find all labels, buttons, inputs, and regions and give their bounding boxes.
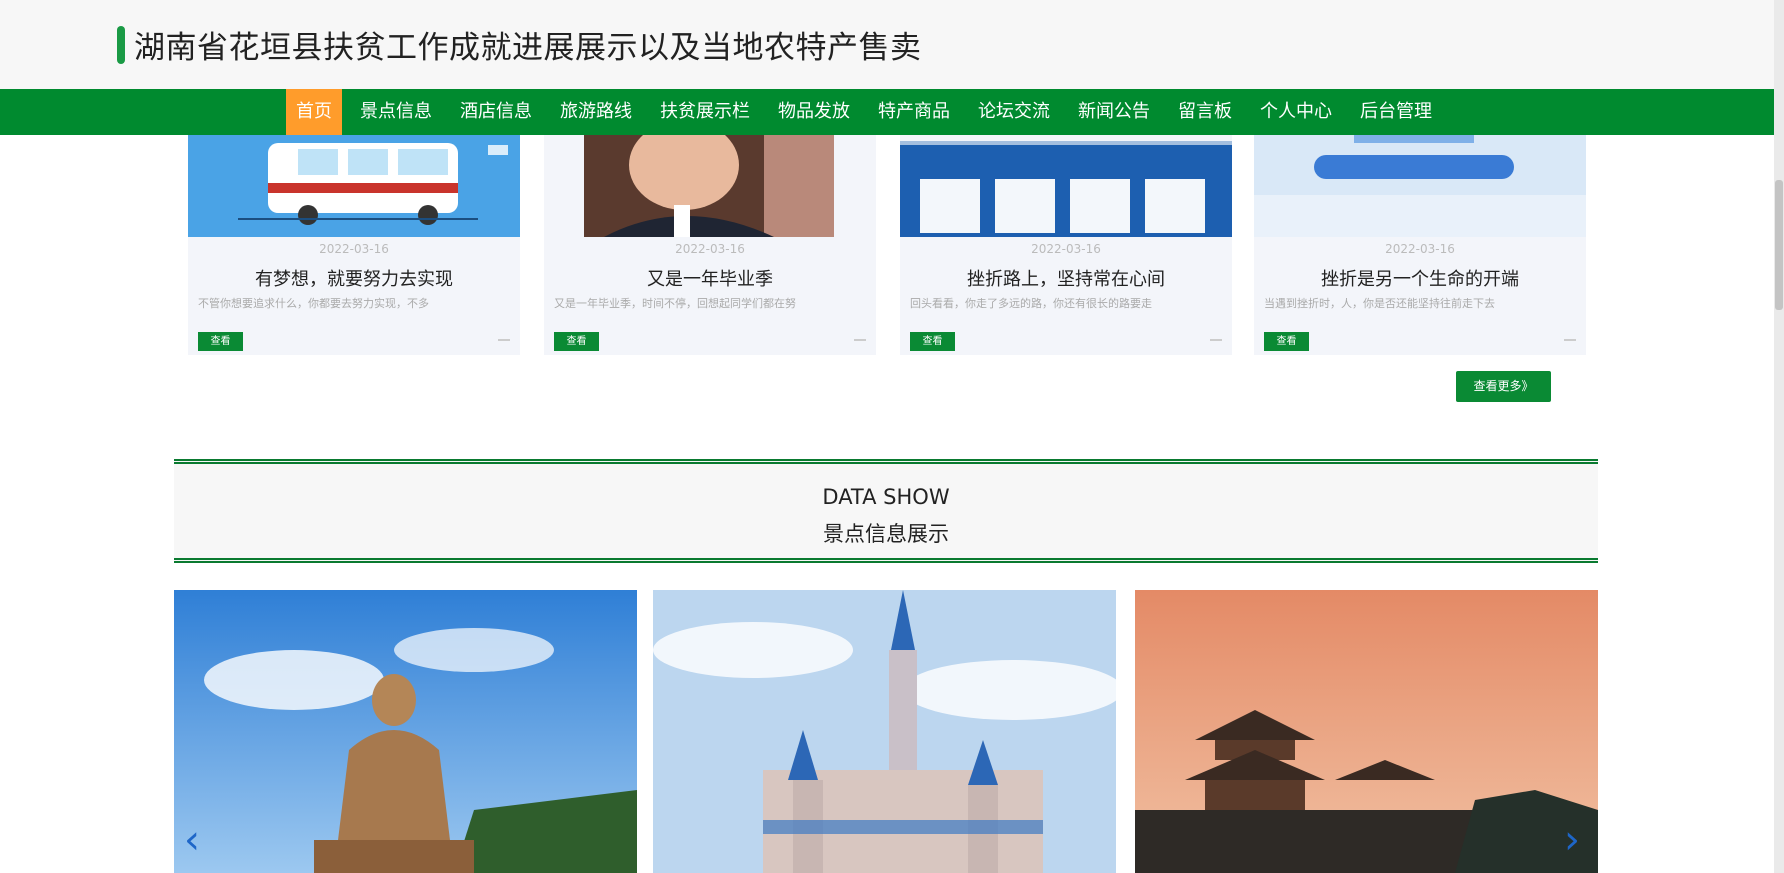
nav-item[interactable]: 扶贫展示栏 [650, 89, 760, 135]
news-thumb-banner[interactable] [1254, 135, 1586, 237]
nav-item[interactable]: 特产商品 [868, 89, 960, 135]
news-thumb-portrait[interactable] [544, 135, 876, 237]
news-title[interactable]: 挫折是另一个生命的开端 [1254, 265, 1586, 291]
nav-item[interactable]: 新闻公告 [1068, 89, 1160, 135]
news-thumb-bulletin[interactable] [900, 135, 1232, 237]
news-dash [854, 339, 866, 341]
news-view-button[interactable]: 查看 [198, 332, 243, 351]
nav-item[interactable]: 旅游路线 [550, 89, 642, 135]
news-excerpt: 回头看看，你走了多远的路，你还有很长的路要走 [910, 297, 1152, 310]
news-card[interactable]: 2022-03-16 有梦想，就要努力去实现 不管你想要追求什么，你都要去努力实… [188, 135, 520, 355]
nav-item[interactable]: 物品发放 [768, 89, 860, 135]
news-excerpt: 不管你想要追求什么，你都要去努力实现，不多 [198, 297, 429, 310]
news-title[interactable]: 又是一年毕业季 [544, 265, 876, 291]
gallery-prev-arrow[interactable]: ‹ [184, 820, 200, 860]
nav-item[interactable]: 景点信息 [350, 89, 442, 135]
page-scrollbar[interactable] [1774, 0, 1784, 873]
news-card[interactable]: 2022-03-16 挫折路上，坚持常在心间 回头看看，你走了多远的路，你还有很… [900, 135, 1232, 355]
news-date: 2022-03-16 [675, 242, 745, 256]
news-excerpt: 当遇到挫折时，人，你是否还能坚持往前走下去 [1264, 297, 1495, 310]
main-nav: 首页 景点信息 酒店信息 旅游路线 扶贫展示栏 物品发放 特产商品 论坛交流 新闻公告 留言板 个人… [0, 89, 1774, 135]
gallery-item-buddha[interactable] [174, 590, 637, 873]
nav-item[interactable]: 个人中心 [1250, 89, 1342, 135]
news-excerpt: 又是一年毕业季，时间不停，回想起同学们都在努 [554, 297, 796, 310]
gallery-next-arrow[interactable]: › [1564, 820, 1580, 860]
news-dash [1210, 339, 1222, 341]
news-card[interactable]: 2022-03-16 又是一年毕业季 又是一年毕业季，时间不停，回想起同学们都在… [544, 135, 876, 355]
page: 湖南省花垣县扶贫工作成就进展展示以及当地农特产售卖 首页 景点信息 酒店信息 旅游路线… [0, 0, 1784, 873]
section-title-cn: 景点信息展示 [823, 522, 949, 546]
section-title-en: DATA SHOW [822, 485, 950, 509]
scenic-gallery [174, 590, 1598, 873]
gallery-item-pavilion[interactable] [1135, 590, 1598, 873]
news-title[interactable]: 挫折路上，坚持常在心间 [900, 265, 1232, 291]
site-header: 湖南省花垣县扶贫工作成就进展展示以及当地农特产售卖 [0, 0, 1784, 89]
nav-item[interactable]: 留言板 [1168, 89, 1242, 135]
news-view-button[interactable]: 查看 [554, 332, 599, 351]
news-date: 2022-03-16 [1031, 242, 1101, 256]
nav-item[interactable]: 酒店信息 [450, 89, 542, 135]
scrollbar-thumb[interactable] [1775, 180, 1783, 310]
news-title[interactable]: 有梦想，就要努力去实现 [188, 265, 520, 291]
site-title: 湖南省花垣县扶贫工作成就进展展示以及当地农特产售卖 [134, 30, 922, 66]
news-date: 2022-03-16 [1385, 242, 1455, 256]
news-view-button[interactable]: 查看 [910, 332, 955, 351]
news-dash [1564, 339, 1576, 341]
nav-list: 首页 景点信息 酒店信息 旅游路线 扶贫展示栏 物品发放 特产商品 论坛交流 新闻公告 留言板 个人… [286, 89, 1450, 135]
site-title-wrap: 湖南省花垣县扶贫工作成就进展展示以及当地农特产售卖 [117, 22, 922, 67]
nav-item[interactable]: 论坛交流 [968, 89, 1060, 135]
news-dash [498, 339, 510, 341]
title-accent-bar [117, 25, 125, 64]
nav-item[interactable]: 首页 [286, 89, 342, 135]
gallery-item-castle[interactable] [653, 590, 1116, 873]
news-row: 2022-03-16 有梦想，就要努力去实现 不管你想要追求什么，你都要去努力实… [188, 135, 1598, 355]
news-thumb-ambulance[interactable] [188, 135, 520, 237]
news-date: 2022-03-16 [319, 242, 389, 256]
view-more-button[interactable]: 查看更多》 [1456, 371, 1551, 402]
news-card[interactable]: 2022-03-16 挫折是另一个生命的开端 当遇到挫折时，人，你是否还能坚持往… [1254, 135, 1586, 355]
news-view-button[interactable]: 查看 [1264, 332, 1309, 351]
section-header: DATA SHOW 景点信息展示 [174, 459, 1598, 563]
nav-item[interactable]: 后台管理 [1350, 89, 1442, 135]
